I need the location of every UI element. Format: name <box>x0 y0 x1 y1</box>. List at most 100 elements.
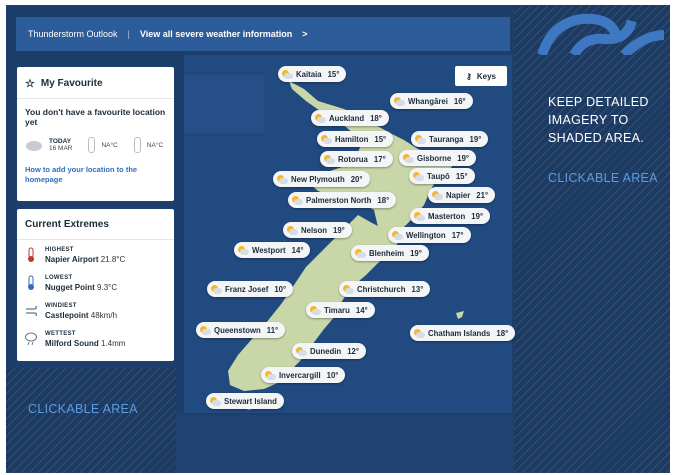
extreme-location: Nugget Point <box>45 283 95 292</box>
location-pill-napier[interactable]: Napier 21° <box>428 187 496 203</box>
partly-cloudy-icon <box>403 153 414 163</box>
partly-cloudy-icon <box>355 248 366 258</box>
thermometer-icon <box>133 137 141 153</box>
location-pill-invercargill[interactable]: Invercargill 10° <box>261 367 346 383</box>
extreme-value: 48km/h <box>90 311 118 320</box>
cloud-icon <box>26 141 42 151</box>
severe-weather-link[interactable]: View all severe weather information <box>140 29 292 39</box>
partly-cloudy-icon <box>238 245 249 255</box>
partly-cloudy-icon <box>210 396 221 406</box>
partly-cloudy-icon <box>392 230 403 240</box>
location-pill-chatham-islands[interactable]: Chatham Islands 18° <box>410 325 516 341</box>
thermometer-hot-icon <box>28 247 34 262</box>
map-keys-button[interactable]: ⚷ Keys <box>455 66 507 86</box>
location-pill-rotorua[interactable]: Rotorua 17° <box>320 151 393 167</box>
right-clickable-area-label[interactable]: CLICKABLE AREA <box>548 171 658 185</box>
partly-cloudy-icon <box>321 134 332 144</box>
location-pill-new-plymouth[interactable]: New Plymouth 20° <box>273 171 370 187</box>
location-pill-taupo[interactable]: Taupō 15° <box>409 168 475 184</box>
partly-cloudy-icon <box>282 69 293 79</box>
no-favourite-message: You don't have a favourite location yet <box>25 107 166 127</box>
location-pill-timaru[interactable]: Timaru 14° <box>306 302 375 318</box>
temp-high: NA°C <box>101 141 118 149</box>
location-pill-westport[interactable]: Westport 14° <box>234 242 311 258</box>
extreme-lowest[interactable]: LOWEST Nugget Point 9.3°C <box>17 268 174 296</box>
location-pill-kaitaia[interactable]: Kaitaia 15° <box>278 66 347 82</box>
extremes-title: Current Extremes <box>17 209 174 240</box>
location-pill-queenstown[interactable]: Queenstown 11° <box>196 322 286 338</box>
thermometer-cold-icon <box>28 275 34 290</box>
extreme-location: Milford Sound <box>45 339 99 348</box>
annotation-note: KEEP DETAILED IMAGERY TO SHADED AREA. <box>548 95 649 145</box>
partly-cloudy-icon <box>324 154 335 164</box>
extreme-label: WINDIEST <box>45 303 77 309</box>
location-pill-palmerston-north[interactable]: Palmerston North 18° <box>288 192 397 208</box>
today-block: TODAY 16 MAR <box>49 138 72 152</box>
brand-logo-icon <box>537 13 664 55</box>
partly-cloudy-icon <box>432 190 443 200</box>
extreme-value: 9.3°C <box>97 283 118 292</box>
keys-label: Keys <box>476 71 496 81</box>
location-pill-stewart-island[interactable]: Stewart Island <box>206 393 284 409</box>
today-date: 16 MAR <box>49 145 73 152</box>
extreme-value: 21.8°C <box>100 255 126 264</box>
extreme-location: Castlepoint <box>45 311 89 320</box>
extreme-highest[interactable]: HIGHEST Napier Airport 21.8°C <box>17 240 174 268</box>
extreme-wettest[interactable]: WETTEST Milford Sound 1.4mm <box>17 324 174 352</box>
partly-cloudy-icon <box>265 370 276 380</box>
wind-icon <box>26 305 37 317</box>
weather-home-mockup: Thunderstorm Outlook | View all severe w… <box>6 5 670 473</box>
star-icon[interactable]: ☆ <box>25 77 35 90</box>
chevron-right-icon[interactable]: > <box>302 29 307 39</box>
extreme-label: WETTEST <box>45 331 76 337</box>
partly-cloudy-icon <box>414 211 425 221</box>
extreme-label: LOWEST <box>45 275 73 281</box>
partly-cloudy-icon <box>310 305 321 315</box>
add-location-help-link[interactable]: How to add your location to the homepage <box>17 153 174 185</box>
partly-cloudy-icon <box>211 284 222 294</box>
extreme-location: Napier Airport <box>45 255 99 264</box>
location-pill-franz-josef[interactable]: Franz Josef 10° <box>207 281 294 297</box>
location-pill-auckland[interactable]: Auckland 18° <box>311 110 389 126</box>
location-pill-tauranga[interactable]: Tauranga 19° <box>411 131 489 147</box>
location-pill-masterton[interactable]: Masterton 19° <box>410 208 491 224</box>
my-favourite-card: ☆ My Favourite You don't have a favourit… <box>17 67 174 201</box>
extreme-windiest[interactable]: WINDIEST Castlepoint 48km/h <box>17 296 174 324</box>
partly-cloudy-icon <box>343 284 354 294</box>
partly-cloudy-icon <box>413 171 424 181</box>
location-pill-dunedin[interactable]: Dunedin 12° <box>292 343 366 359</box>
today-label: TODAY <box>49 138 72 145</box>
location-pill-hamilton[interactable]: Hamilton 15° <box>317 131 394 147</box>
partly-cloudy-icon <box>200 325 211 335</box>
location-pill-gisborne[interactable]: Gisborne 19° <box>399 150 477 166</box>
partly-cloudy-icon <box>415 134 426 144</box>
partly-cloudy-icon <box>315 113 326 123</box>
temp-low: NA°C <box>146 141 164 149</box>
partly-cloudy-icon <box>277 174 288 184</box>
favourite-title: My Favourite <box>40 78 103 89</box>
rain-cloud-icon <box>25 332 37 346</box>
location-pill-nelson[interactable]: Nelson 19° <box>283 222 352 238</box>
partly-cloudy-icon <box>292 195 303 205</box>
chatham-islands-shape <box>456 311 464 319</box>
location-pill-christchurch[interactable]: Christchurch 13° <box>339 281 431 297</box>
today-forecast-row: TODAY 16 MAR NA°C NA°C <box>17 127 174 153</box>
location-pill-blenheim[interactable]: Blenheim 19° <box>351 245 429 261</box>
partly-cloudy-icon <box>394 96 405 106</box>
thunderstorm-outlook-bar: Thunderstorm Outlook | View all severe w… <box>16 17 510 51</box>
thermometer-icon <box>88 137 96 153</box>
location-pill-whangarei[interactable]: Whangārei 16° <box>390 93 473 109</box>
topbar-title[interactable]: Thunderstorm Outlook <box>28 29 118 39</box>
current-extremes-card: Current Extremes HIGHEST Napier Airport … <box>17 209 174 361</box>
favourite-header: ☆ My Favourite <box>17 67 174 99</box>
partly-cloudy-icon <box>296 346 307 356</box>
key-icon: ⚷ <box>466 71 472 81</box>
partly-cloudy-icon <box>414 328 425 338</box>
right-annotation-zone: KEEP DETAILED IMAGERY TO SHADED AREA. CL… <box>514 5 670 473</box>
extreme-label: HIGHEST <box>45 247 74 253</box>
location-pill-wellington[interactable]: Wellington 17° <box>388 227 471 243</box>
bottom-annotation-zone: CLICKABLE AREA <box>6 368 176 473</box>
bottom-clickable-area-label[interactable]: CLICKABLE AREA <box>28 402 138 416</box>
topbar-divider: | <box>127 29 130 39</box>
partly-cloudy-icon <box>287 225 298 235</box>
